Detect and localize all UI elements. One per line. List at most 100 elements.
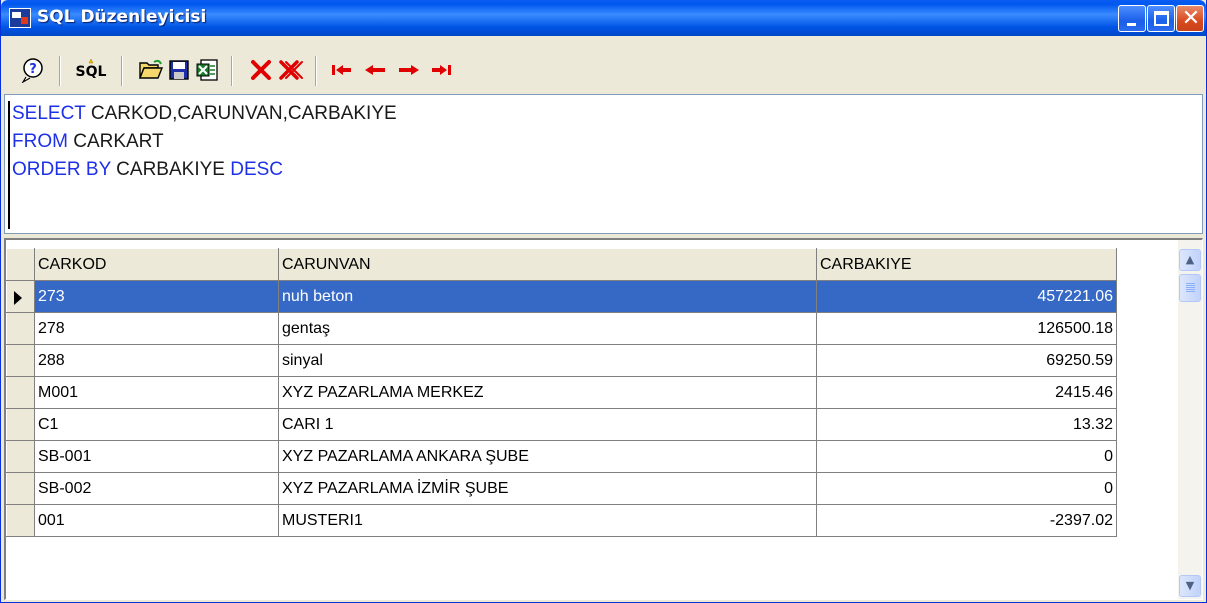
table-row[interactable]: 288 sinyal 69250.59 — [6, 344, 1117, 377]
app-icon[interactable] — [9, 8, 31, 28]
folder-open-icon — [138, 59, 164, 79]
cell-carbakiye[interactable]: 0 — [816, 440, 1117, 473]
close-button[interactable]: ✕ — [1176, 5, 1204, 32]
help-icon: ? — [21, 58, 43, 83]
cell-carunvan[interactable]: XYZ PAZARLAMA MERKEZ — [278, 376, 817, 409]
sql-keyword: FROM — [12, 131, 68, 152]
table-row[interactable]: M001 XYZ PAZARLAMA MERKEZ 2415.46 — [6, 376, 1117, 409]
sql-editor-window: SQL Düzenleyicisi ✕ ? SQL SELECT CARKOD,… — [0, 0, 1207, 603]
sql-icon: SQL — [76, 58, 107, 80]
maximize-icon — [1154, 11, 1169, 26]
row-indicator[interactable] — [6, 312, 35, 345]
table-row[interactable]: 001 MUSTERI1 -2397.02 — [6, 504, 1117, 537]
table-row[interactable]: C1 CARI 1 13.32 — [6, 408, 1117, 441]
maximize-button[interactable] — [1147, 5, 1175, 32]
delete-icon — [251, 60, 271, 80]
cell-carbakiye[interactable]: -2397.02 — [816, 504, 1117, 537]
first-record-icon — [332, 65, 351, 75]
sql-text: CARKOD,CARUNVAN,CARBAKIYE — [85, 103, 397, 124]
cell-carbakiye[interactable]: 2415.46 — [816, 376, 1117, 409]
next-arrow-icon — [399, 65, 419, 75]
save-icon — [169, 60, 189, 80]
open-button[interactable] — [137, 56, 165, 84]
cell-carbakiye[interactable]: 69250.59 — [816, 344, 1117, 377]
last-record-icon — [432, 65, 451, 75]
sql-keyword: ORDER BY — [12, 159, 111, 180]
cell-carunvan[interactable]: nuh beton — [278, 280, 817, 313]
cell-carunvan[interactable]: XYZ PAZARLAMA ANKARA ŞUBE — [278, 440, 817, 473]
sql-text: CARBAKIYE — [110, 159, 231, 180]
column-header-carbakiye[interactable]: CARBAKIYE — [816, 248, 1117, 281]
table-row[interactable]: 278 gentaş 126500.18 — [6, 312, 1117, 345]
column-header-carkod[interactable]: CARKOD — [34, 248, 279, 281]
save-button[interactable] — [165, 56, 193, 84]
row-indicator[interactable] — [6, 440, 35, 473]
previous-arrow-icon — [365, 65, 385, 75]
sql-keyword: DESC — [230, 159, 284, 180]
last-record-button[interactable] — [427, 56, 455, 84]
minimize-button[interactable] — [1118, 5, 1146, 32]
sql-icon-label: SQL — [76, 64, 107, 80]
next-record-button[interactable] — [395, 56, 423, 84]
delete-button[interactable] — [247, 56, 275, 84]
row-indicator[interactable] — [6, 472, 35, 505]
table-row[interactable]: SB-001 XYZ PAZARLAMA ANKARA ŞUBE 0 — [6, 440, 1117, 473]
scroll-up-button[interactable]: ▲ — [1179, 249, 1201, 271]
sql-button[interactable]: SQL — [73, 56, 109, 84]
row-indicator[interactable] — [6, 504, 35, 537]
cell-carunvan[interactable]: MUSTERI1 — [278, 504, 817, 537]
cell-carunvan[interactable]: sinyal — [278, 344, 817, 377]
column-header-carunvan[interactable]: CARUNVAN — [278, 248, 817, 281]
title-bar[interactable]: SQL Düzenleyicisi ✕ — [1, 0, 1206, 36]
sql-text-editor[interactable]: SELECT CARKOD,CARUNVAN,CARBAKIYE FROM CA… — [4, 94, 1203, 234]
cell-carbakiye[interactable]: 457221.06 — [816, 280, 1117, 313]
row-indicator-header — [6, 248, 35, 281]
toolbar-separator — [59, 56, 61, 86]
cell-carkod[interactable]: SB-002 — [34, 472, 279, 505]
help-button[interactable]: ? — [19, 56, 47, 84]
row-indicator[interactable] — [6, 344, 35, 377]
cell-carbakiye[interactable]: 0 — [816, 472, 1117, 505]
vertical-scrollbar[interactable]: ▲ ▼ — [1178, 240, 1202, 599]
row-indicator[interactable] — [6, 408, 35, 441]
cell-carkod[interactable]: 278 — [34, 312, 279, 345]
close-icon: ✕ — [1181, 6, 1201, 31]
scroll-thumb[interactable] — [1179, 274, 1201, 302]
cell-carkod[interactable]: M001 — [34, 376, 279, 409]
export-excel-button[interactable] — [194, 56, 222, 84]
current-row-arrow-icon — [14, 291, 22, 305]
toolbar: ? SQL — [1, 36, 1206, 94]
sql-text: CARKART — [67, 131, 164, 152]
cell-carkod[interactable]: C1 — [34, 408, 279, 441]
cell-carunvan[interactable]: gentaş — [278, 312, 817, 345]
first-record-button[interactable] — [328, 56, 356, 84]
cell-carkod[interactable]: SB-001 — [34, 440, 279, 473]
row-indicator[interactable] — [6, 376, 35, 409]
cell-carkod[interactable]: 288 — [34, 344, 279, 377]
previous-record-button[interactable] — [361, 56, 389, 84]
results-grid[interactable]: CARKOD CARUNVAN CARBAKIYE 273 nuh beton … — [4, 238, 1203, 600]
cell-carbakiye[interactable]: 126500.18 — [816, 312, 1117, 345]
toolbar-separator — [231, 56, 233, 86]
cell-carkod[interactable]: 273 — [34, 280, 279, 313]
toolbar-separator — [121, 56, 123, 86]
sql-line-2: FROM CARKART — [12, 131, 164, 153]
window-title: SQL Düzenleyicisi — [37, 7, 207, 27]
row-indicator[interactable] — [6, 280, 35, 313]
scroll-down-button[interactable]: ▼ — [1179, 575, 1201, 597]
table-row[interactable]: SB-002 XYZ PAZARLAMA İZMİR ŞUBE 0 — [6, 472, 1117, 505]
cell-carkod[interactable]: 001 — [34, 504, 279, 537]
sql-keyword: SELECT — [12, 103, 86, 124]
header-row: CARKOD CARUNVAN CARBAKIYE — [6, 248, 1117, 281]
cell-carunvan[interactable]: XYZ PAZARLAMA İZMİR ŞUBE — [278, 472, 817, 505]
cell-carunvan[interactable]: CARI 1 — [278, 408, 817, 441]
toolbar-separator — [315, 56, 317, 86]
cell-carbakiye[interactable]: 13.32 — [816, 408, 1117, 441]
svg-text:?: ? — [29, 62, 37, 77]
table-row[interactable]: 273 nuh beton 457221.06 — [6, 280, 1117, 313]
results-table: CARKOD CARUNVAN CARBAKIYE 273 nuh beton … — [6, 248, 1117, 537]
delete-all-button[interactable] — [277, 56, 305, 84]
minimize-icon — [1127, 23, 1136, 26]
text-caret — [8, 101, 10, 229]
excel-export-icon — [196, 59, 218, 81]
